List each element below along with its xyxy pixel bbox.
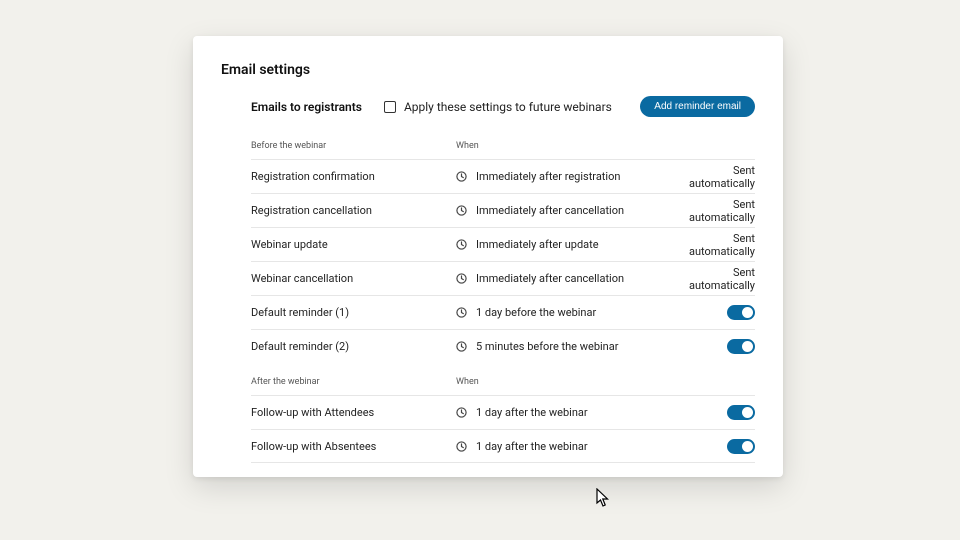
table-row: Registration confirmation Immediately af…	[251, 159, 755, 193]
when-text: Immediately after cancellation	[476, 272, 624, 285]
table-row: Default reminder (1) 1 day before the we…	[251, 295, 755, 329]
toggle-switch[interactable]	[727, 305, 755, 320]
when-cell: Immediately after update	[456, 238, 686, 251]
when-cell: 1 day after the webinar	[456, 406, 686, 419]
when-text: Immediately after registration	[476, 170, 620, 183]
add-reminder-email-button[interactable]: Add reminder email	[640, 96, 755, 117]
clock-icon	[456, 407, 467, 418]
toggle-switch[interactable]	[727, 405, 755, 420]
when-text: 1 day before the webinar	[476, 306, 596, 319]
clock-icon	[456, 273, 467, 284]
clock-icon	[456, 441, 467, 452]
table-row: Default reminder (2) 5 minutes before th…	[251, 329, 755, 363]
table-header-after: After the webinar When	[251, 363, 755, 395]
table-row: Follow-up with Attendees 1 day after the…	[251, 395, 755, 429]
when-cell: 1 day before the webinar	[456, 306, 686, 319]
clock-icon	[456, 171, 467, 182]
table-header-before: Before the webinar When	[251, 127, 755, 159]
email-name: Webinar update	[251, 238, 456, 251]
clock-icon	[456, 205, 467, 216]
col-after-label: After the webinar	[251, 377, 456, 387]
email-name: Registration cancellation	[251, 204, 456, 217]
email-name: Follow-up with Attendees	[251, 406, 456, 419]
clock-icon	[456, 239, 467, 250]
when-text: Immediately after update	[476, 238, 599, 251]
status-text: Sent automatically	[686, 198, 755, 224]
email-name: Webinar cancellation	[251, 272, 456, 285]
email-settings-panel: Email settings Emails to registrants App…	[193, 36, 783, 477]
col-when-label: When	[456, 141, 686, 151]
apply-future-label: Apply these settings to future webinars	[404, 100, 612, 114]
table-row: Registration cancellation Immediately af…	[251, 193, 755, 227]
checkbox-icon	[384, 101, 396, 113]
table-row: Webinar cancellation Immediately after c…	[251, 261, 755, 295]
clock-icon	[456, 307, 467, 318]
subhead: Emails to registrants	[251, 100, 362, 114]
when-cell: Immediately after registration	[456, 170, 686, 183]
when-text: Immediately after cancellation	[476, 204, 624, 217]
when-text: 5 minutes before the webinar	[476, 340, 618, 353]
panel-title: Email settings	[221, 62, 755, 78]
toggle-switch[interactable]	[727, 339, 755, 354]
apply-future-checkbox[interactable]: Apply these settings to future webinars	[384, 100, 612, 114]
status-text: Sent automatically	[686, 266, 755, 292]
email-name: Default reminder (1)	[251, 306, 456, 319]
email-name: Follow-up with Absentees	[251, 440, 456, 453]
cursor-icon	[596, 488, 610, 508]
when-text: 1 day after the webinar	[476, 440, 588, 453]
email-name: Registration confirmation	[251, 170, 456, 183]
clock-icon	[456, 341, 467, 352]
email-table: Before the webinar When Registration con…	[221, 127, 755, 463]
subhead-row: Emails to registrants Apply these settin…	[221, 96, 755, 117]
when-text: 1 day after the webinar	[476, 406, 588, 419]
when-cell: Immediately after cancellation	[456, 272, 686, 285]
col-when-label: When	[456, 377, 686, 387]
status-text: Sent automatically	[686, 232, 755, 258]
when-cell: 5 minutes before the webinar	[456, 340, 686, 353]
status-text: Sent automatically	[686, 164, 755, 190]
email-name: Default reminder (2)	[251, 340, 456, 353]
col-before-label: Before the webinar	[251, 141, 456, 151]
when-cell: Immediately after cancellation	[456, 204, 686, 217]
when-cell: 1 day after the webinar	[456, 440, 686, 453]
toggle-switch[interactable]	[727, 439, 755, 454]
table-row: Follow-up with Absentees 1 day after the…	[251, 429, 755, 463]
table-row: Webinar update Immediately after update …	[251, 227, 755, 261]
